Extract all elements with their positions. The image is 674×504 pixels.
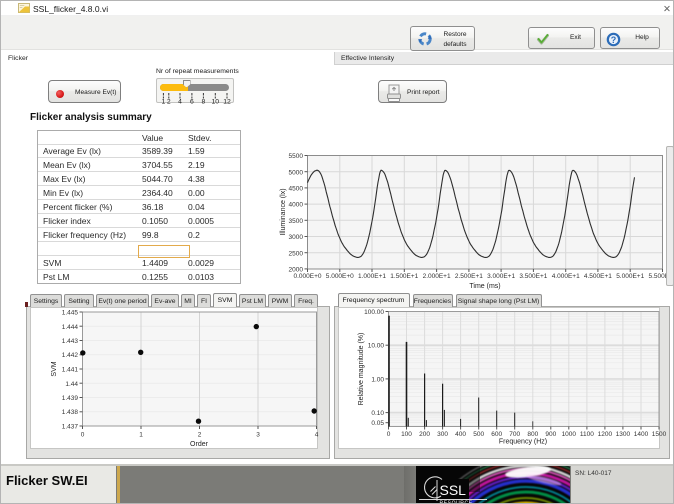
svg-text:0.05: 0.05 [371, 420, 384, 427]
svg-text:1200: 1200 [598, 431, 613, 438]
svg-text:900: 900 [545, 431, 556, 438]
svg-text:800: 800 [527, 431, 538, 438]
svg-text:1.00: 1.00 [371, 376, 384, 383]
svg-text:500: 500 [473, 431, 484, 438]
svg-text:1500: 1500 [652, 431, 667, 438]
svg-text:100: 100 [401, 431, 412, 438]
svg-text:100.00: 100.00 [364, 309, 384, 316]
svg-text:SSL: SSL [440, 482, 467, 498]
svg-text:200: 200 [419, 431, 430, 438]
svg-text:Frequency (Hz): Frequency (Hz) [499, 439, 547, 446]
svg-text:RESOURCE: RESOURCE [440, 501, 473, 504]
svg-text:0: 0 [387, 431, 391, 438]
svg-text:1400: 1400 [634, 431, 649, 438]
svg-text:10.00: 10.00 [368, 343, 385, 350]
svg-text:Relative magnitude (%): Relative magnitude (%) [358, 333, 365, 406]
svg-text:300: 300 [437, 431, 448, 438]
svg-text:1300: 1300 [616, 431, 631, 438]
svg-text:0.10: 0.10 [371, 410, 384, 417]
svg-text:600: 600 [491, 431, 502, 438]
svg-text:400: 400 [455, 431, 466, 438]
svg-text:1100: 1100 [580, 431, 594, 438]
svg-text:1000: 1000 [562, 431, 577, 438]
svg-text:700: 700 [509, 431, 520, 438]
